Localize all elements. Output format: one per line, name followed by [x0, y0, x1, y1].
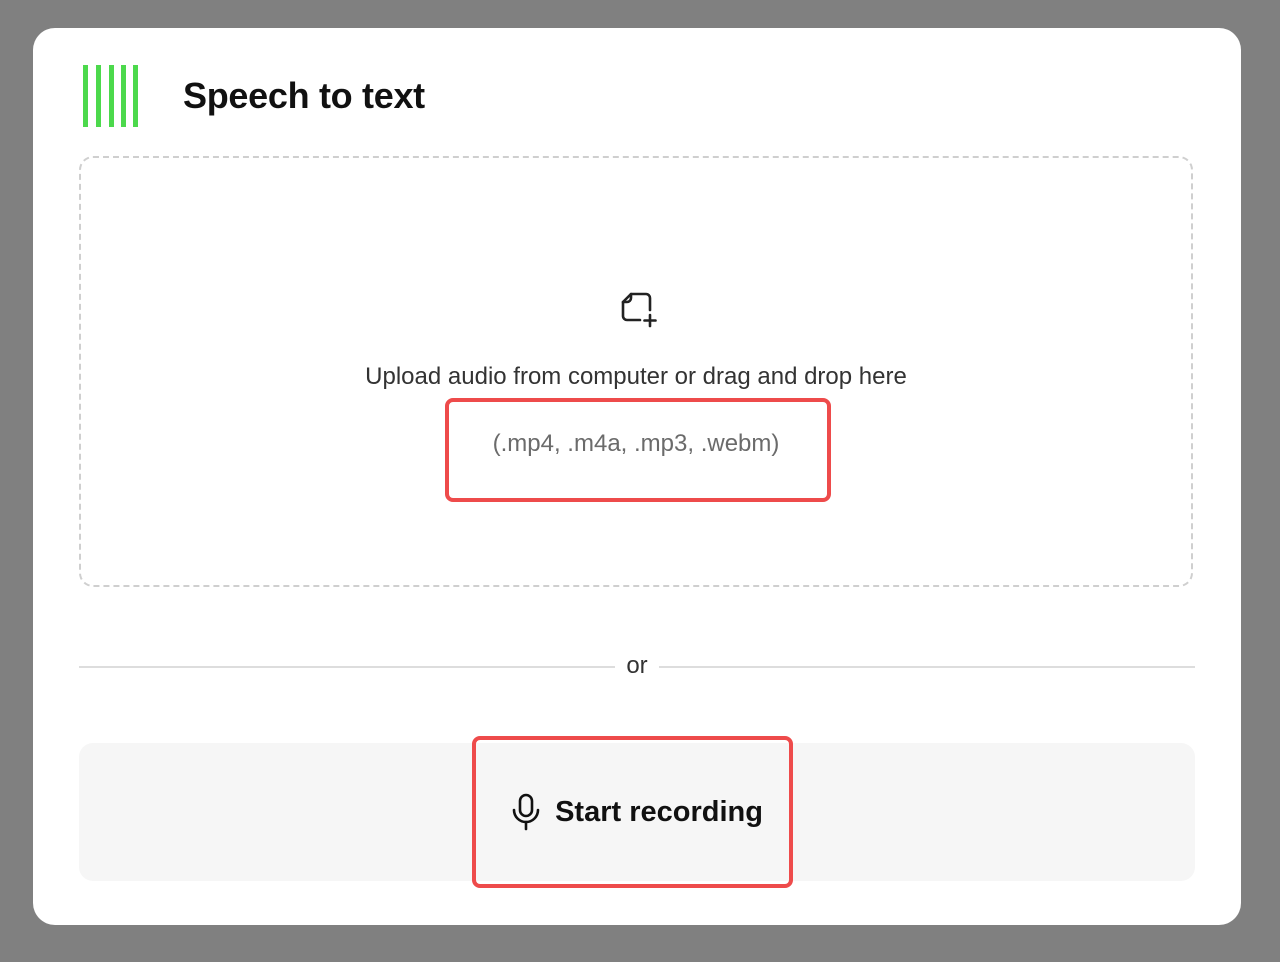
- formats-highlight-box: [445, 398, 831, 502]
- record-highlight-box: [472, 736, 793, 888]
- header: Speech to text: [83, 64, 425, 128]
- upload-instruction: Upload audio from computer or drag and d…: [365, 363, 907, 390]
- file-add-icon[interactable]: [619, 289, 659, 329]
- divider-line-right: [659, 666, 1195, 668]
- page-title: Speech to text: [183, 75, 425, 116]
- speech-to-text-card: Speech to text Upload audio from compute…: [33, 28, 1241, 925]
- divider-line-left: [79, 666, 615, 668]
- audio-dropzone[interactable]: Upload audio from computer or drag and d…: [79, 156, 1193, 587]
- divider-or-label: or: [626, 652, 648, 679]
- audio-bars-logo-icon: [83, 65, 138, 127]
